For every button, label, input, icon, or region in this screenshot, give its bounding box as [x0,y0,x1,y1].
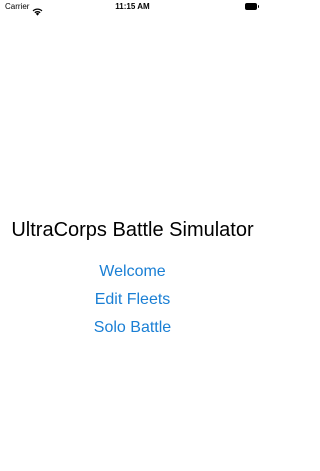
battery-icon [245,3,259,10]
status-bar: Carrier 11:15 AM [0,0,265,16]
solo-battle-button[interactable]: Solo Battle [94,314,171,342]
main-menu: Welcome Edit Fleets Solo Battle [0,258,265,342]
welcome-button[interactable]: Welcome [99,258,165,286]
edit-fleets-button[interactable]: Edit Fleets [95,286,171,314]
status-time: 11:15 AM [115,2,150,11]
app-title: UltraCorps Battle Simulator [11,219,254,241]
